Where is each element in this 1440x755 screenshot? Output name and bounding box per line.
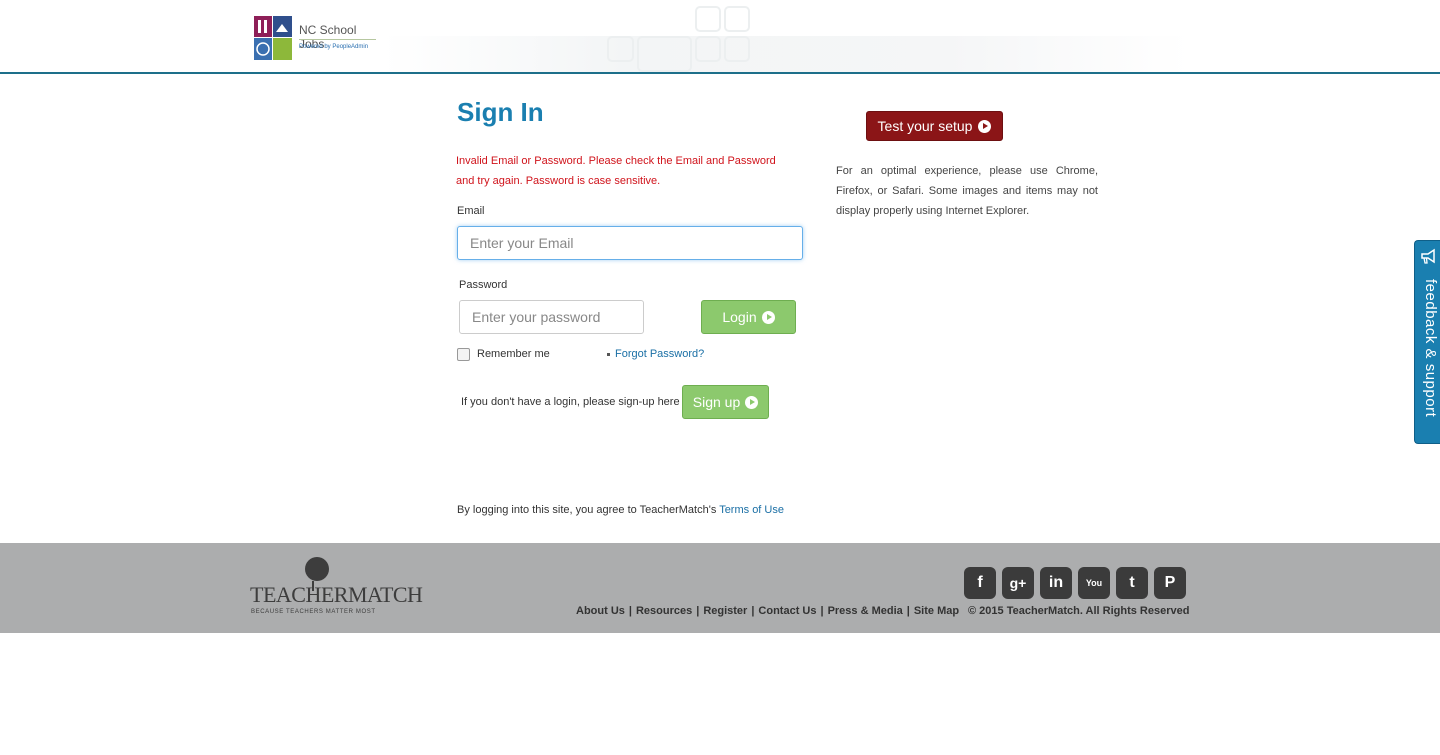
login-button-label: Login	[722, 309, 757, 325]
bullet-icon	[607, 353, 610, 356]
footer-links: About Us | Resources | Register | Contact Us | P…	[576, 605, 960, 617]
remember-me-checkbox[interactable]	[457, 348, 470, 361]
arrow-right-circle-icon	[745, 395, 759, 409]
page-title: Sign In	[457, 97, 544, 127]
feedback-label: feedback & support	[1422, 279, 1439, 418]
feedback-support-tab[interactable]: feedback & support	[1414, 240, 1440, 444]
login-button[interactable]: Login	[701, 300, 796, 334]
teachermatch-logo[interactable]: TEACHERMATCH BECAUSE TEACHERS MATTER MOS…	[250, 557, 423, 615]
terms-prefix: By logging into this site, you agree to …	[457, 504, 717, 516]
page-footer: TEACHERMATCH BECAUSE TEACHERS MATTER MOS…	[0, 543, 1440, 633]
decorative-tile	[637, 36, 692, 72]
header-banner	[382, 36, 1190, 72]
facebook-icon[interactable]: f	[964, 567, 996, 599]
logo-circle-icon	[305, 557, 329, 581]
footer-link-site-map[interactable]: Site Map	[914, 605, 959, 617]
test-setup-label: Test your setup	[877, 118, 973, 134]
logo-wordmark: TEACHERMATCH	[250, 582, 423, 607]
footer-link-about-us[interactable]: About Us	[576, 605, 625, 617]
linkedin-icon[interactable]: in	[1040, 567, 1072, 599]
page-header: NC School Jobs Powered by PeopleAdmin	[0, 0, 1440, 74]
footer-link-contact-us[interactable]: Contact Us	[758, 605, 816, 617]
footer-link-press-media[interactable]: Press & Media	[828, 605, 903, 617]
logo-tagline: BECAUSE TEACHERS MATTER MOST	[251, 609, 376, 615]
brand-subtitle: Powered by PeopleAdmin	[299, 44, 369, 50]
decorative-tile	[695, 36, 721, 62]
brand-divider	[299, 39, 376, 40]
email-label: Email	[457, 205, 485, 217]
test-setup-button[interactable]: Test your setup	[866, 111, 1003, 141]
browser-recommendation: For an optimal experience, please use Ch…	[836, 165, 1098, 217]
nc-school-jobs-logo[interactable]: NC School Jobs Powered by PeopleAdmin	[254, 16, 382, 61]
pinterest-icon[interactable]: P	[1154, 567, 1186, 599]
decorative-tile	[695, 6, 721, 32]
signup-button-label: Sign up	[692, 394, 741, 410]
error-message: Invalid Email or Password. Please check …	[456, 155, 776, 187]
arrow-right-circle-icon	[761, 310, 775, 324]
youtube-icon[interactable]: You	[1078, 567, 1110, 599]
password-label: Password	[459, 279, 508, 291]
terms-of-use-link[interactable]: Terms of Use	[719, 504, 784, 516]
twitter-icon[interactable]: t	[1116, 567, 1148, 599]
arrow-right-circle-icon	[978, 119, 992, 133]
decorative-tile	[724, 36, 750, 62]
logo-mark-icon	[254, 16, 292, 60]
megaphone-icon	[1421, 248, 1435, 264]
signup-button[interactable]: Sign up	[682, 385, 769, 419]
email-field[interactable]	[457, 226, 803, 260]
footer-link-resources[interactable]: Resources	[636, 605, 692, 617]
decorative-tile	[607, 36, 634, 62]
signup-prompt: If you don't have a login, please sign-u…	[461, 396, 680, 408]
forgot-password-link[interactable]: Forgot Password?	[615, 348, 704, 360]
copyright-text: © 2015 TeacherMatch. All Rights Reserved	[968, 605, 1190, 617]
password-field[interactable]	[459, 300, 644, 334]
decorative-tile	[724, 6, 750, 32]
remember-me-label: Remember me	[477, 348, 550, 360]
footer-link-register[interactable]: Register	[703, 605, 747, 617]
google-plus-icon[interactable]: g+	[1002, 567, 1034, 599]
terms-notice: By logging into this site, you agree to …	[457, 504, 784, 516]
